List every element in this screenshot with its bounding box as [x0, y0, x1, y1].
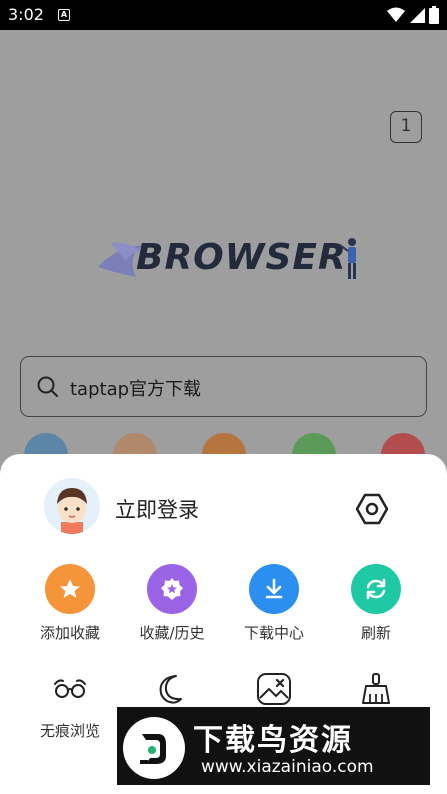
status-icons	[387, 6, 439, 24]
incognito-button[interactable]: 无痕浏览	[20, 666, 120, 741]
login-button[interactable]: 立即登录	[115, 494, 199, 524]
star-badge-icon	[161, 578, 183, 600]
bird-logo-icon	[140, 734, 166, 764]
settings-hexagon-icon[interactable]	[354, 491, 390, 527]
incognito-icon-wrap	[45, 666, 95, 712]
search-bar[interactable]: taptap官方下载	[20, 356, 427, 417]
refresh-icon	[366, 578, 386, 600]
add-bookmark-circle	[45, 564, 95, 614]
refresh-button[interactable]: 刷新	[326, 564, 426, 643]
battery-icon	[429, 6, 439, 24]
logo-person-icon	[340, 238, 356, 279]
bookmarks-history-button[interactable]: 收藏/历史	[122, 564, 222, 643]
no-image-mode-button[interactable]	[224, 666, 324, 712]
accessibility-notification-icon: A	[58, 9, 70, 21]
moon-icon	[159, 675, 182, 704]
bookmarks-history-label: 收藏/历史	[139, 624, 205, 642]
add-bookmark-label: 添加收藏	[39, 624, 100, 642]
watermark-title: 下载鸟资源	[193, 723, 353, 758]
no-image-icon-wrap	[249, 666, 299, 712]
clear-data-icon-wrap	[351, 666, 401, 712]
logo-wordmark: BROWSER	[136, 237, 347, 278]
incognito-glasses-icon	[54, 679, 86, 698]
download-center-label: 下载中心	[243, 624, 304, 642]
night-mode-button[interactable]	[122, 666, 222, 712]
user-avatar[interactable]	[44, 478, 100, 534]
download-center-button[interactable]: 下载中心	[224, 564, 324, 643]
broom-icon	[362, 673, 390, 704]
clear-data-button[interactable]	[326, 666, 426, 712]
search-query-text: taptap官方下载	[70, 379, 202, 400]
tab-count-button[interactable]: 1	[390, 111, 422, 143]
no-image-icon	[257, 673, 291, 705]
signal-icon	[410, 8, 425, 23]
search-icon	[37, 376, 58, 397]
browser-logo: BROWSER	[96, 235, 366, 283]
download-center-circle	[249, 564, 299, 614]
night-mode-icon-wrap	[147, 666, 197, 712]
incognito-label: 无痕浏览	[39, 722, 100, 740]
download-icon	[265, 578, 283, 599]
bookmarks-history-circle	[147, 564, 197, 614]
avatar-boy-icon	[57, 488, 87, 534]
refresh-circle	[351, 564, 401, 614]
star-icon	[60, 579, 80, 598]
status-time: 3:02	[8, 5, 44, 24]
watermark-logo	[123, 717, 185, 779]
wifi-icon	[387, 7, 405, 22]
status-bar: 3:02 A	[0, 0, 447, 30]
add-bookmark-button[interactable]: 添加收藏	[20, 564, 120, 643]
refresh-label: 刷新	[360, 624, 391, 642]
watermark-banner: 下载鸟资源 www.xiazainiao.com	[117, 707, 430, 785]
watermark-url: www.xiazainiao.com	[201, 757, 374, 777]
